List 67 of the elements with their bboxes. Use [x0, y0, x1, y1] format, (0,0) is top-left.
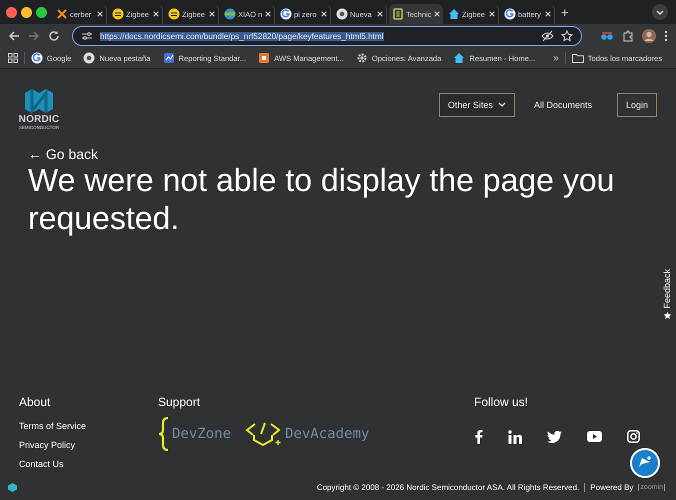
close-icon[interactable] — [153, 11, 159, 17]
close-icon[interactable] — [434, 11, 440, 17]
forward-arrow-icon[interactable] — [28, 30, 40, 42]
close-icon[interactable] — [97, 11, 103, 17]
avatar-icon[interactable] — [642, 29, 656, 43]
go-back-link[interactable]: ← Go back — [28, 147, 98, 161]
footer-heading: Follow us! — [474, 395, 530, 409]
google-icon — [30, 52, 43, 64]
window-control-icon[interactable] — [21, 6, 32, 18]
url-text: https://docs.nordicsemi.com/bundle/ps_nrf52820/page/keyfeatures_html5.html — [100, 32, 384, 40]
star-icon[interactable] — [561, 30, 573, 42]
nordic-logo-icon[interactable] — [23, 86, 55, 114]
google-icon — [280, 8, 292, 20]
close-icon[interactable] — [377, 11, 383, 17]
code-cap-icon — [245, 420, 284, 448]
devzone-link[interactable]: DevZone — [172, 426, 232, 442]
nav-link[interactable]: All Documents — [524, 93, 601, 117]
cross-icon — [56, 8, 68, 20]
brace-icon — [158, 417, 170, 451]
eye-slash-icon[interactable] — [541, 30, 554, 42]
instagram-icon[interactable] — [627, 430, 640, 443]
address-bar[interactable]: https://docs.nordicsemi.com/bundle/ps_nrf52820/page/keyfeatures_html5.html — [72, 26, 582, 46]
house-icon — [448, 8, 460, 20]
close-icon[interactable] — [265, 11, 271, 17]
footer-link[interactable]: Terms of Service — [19, 417, 158, 436]
linkedin-icon[interactable] — [508, 430, 522, 444]
facebook-icon[interactable] — [474, 429, 483, 444]
close-icon[interactable] — [209, 11, 215, 17]
folder-icon[interactable] — [572, 53, 584, 63]
close-icon[interactable] — [489, 11, 495, 17]
house-icon — [453, 52, 466, 64]
window-control-icon[interactable] — [6, 6, 17, 18]
chevron-down-icon — [498, 102, 506, 108]
glasses-icon[interactable] — [600, 30, 614, 42]
copyright-text: Copyright © 2008 - 2026 Nordic Semiconductor ASA. All Rights Reserved. — [316, 482, 580, 492]
document-icon — [392, 8, 404, 20]
feedback-tab[interactable]: Feedback — [662, 269, 672, 320]
close-icon[interactable] — [545, 11, 551, 17]
chart-icon — [162, 52, 175, 64]
youtube-icon[interactable] — [587, 431, 602, 442]
dropdown-button[interactable]: Other Sites — [438, 93, 515, 117]
back-arrow-icon[interactable] — [8, 30, 20, 42]
puzzle-icon[interactable] — [622, 30, 634, 42]
star-icon — [662, 310, 672, 320]
tab-search-icon[interactable] — [652, 4, 668, 20]
close-icon[interactable] — [321, 11, 327, 17]
error-heading: We were not able to display the page you requested. — [28, 161, 616, 237]
apps-grid-icon[interactable] — [8, 53, 18, 63]
settings-icon — [356, 52, 368, 64]
footer-heading: About — [19, 395, 52, 409]
new-tab-button[interactable]: + — [557, 4, 573, 20]
reload-icon[interactable] — [48, 30, 60, 42]
powered-by-text: Powered By — [590, 482, 634, 492]
footer-heading: Support — [158, 395, 202, 409]
site-settings-icon[interactable] — [81, 30, 93, 42]
chat-assistant-button[interactable] — [630, 448, 660, 478]
login-button[interactable]: Login — [616, 93, 657, 117]
devacademy-link[interactable]: DevAcademy — [285, 426, 370, 442]
twitter-bird-icon[interactable] — [547, 430, 562, 442]
google-icon — [504, 8, 516, 20]
footer-link[interactable]: Privacy Policy — [19, 436, 158, 455]
footer-link[interactable]: Contact Us — [19, 455, 158, 474]
logo-text: NORDIC — [18, 114, 60, 124]
globe-icon — [224, 8, 236, 20]
more-bookmarks-button[interactable]: » — [553, 52, 559, 64]
more-menu-icon[interactable] — [664, 30, 668, 42]
window-control-icon[interactable] — [36, 6, 47, 18]
